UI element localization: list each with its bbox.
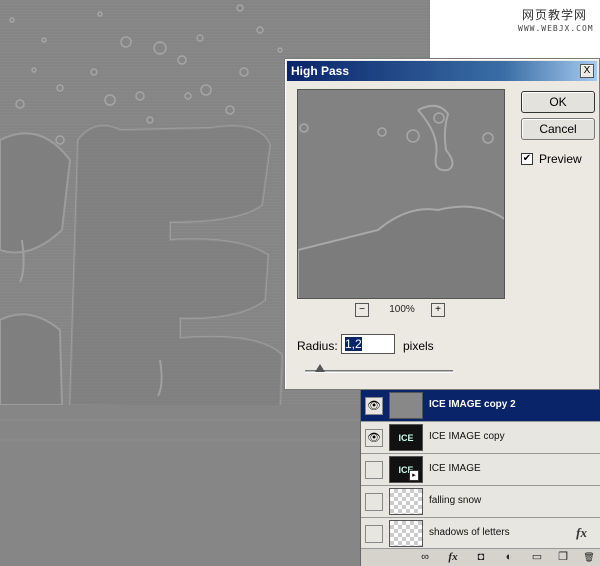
layer-row[interactable]: ICE ▸ ICE IMAGE xyxy=(361,454,600,486)
new-layer-icon[interactable]: ❐ xyxy=(555,550,571,565)
close-button[interactable]: X xyxy=(580,64,594,78)
layer-row[interactable]: falling snow xyxy=(361,486,600,518)
radius-label: Radius: xyxy=(297,339,338,353)
radius-slider-thumb[interactable] xyxy=(315,364,325,372)
zoom-in-button[interactable]: + xyxy=(431,303,445,317)
layer-name: shadows of letters xyxy=(429,527,510,538)
layer-effects-icon[interactable]: fx xyxy=(576,525,587,541)
preview-label: Preview xyxy=(539,152,582,166)
layer-name: ICE IMAGE xyxy=(429,463,481,474)
link-layers-icon[interactable]: ∞ xyxy=(417,550,433,565)
dialog-title: High Pass xyxy=(291,64,350,78)
preview-checkbox[interactable]: ✔ xyxy=(521,153,533,165)
high-pass-dialog: High Pass X − 100% + OK Cancel ✔ Preview… xyxy=(284,58,600,390)
layer-name: ICE IMAGE copy 2 xyxy=(429,399,516,410)
visibility-toggle[interactable] xyxy=(365,461,383,479)
filter-preview[interactable] xyxy=(297,89,505,299)
zoom-controls: − 100% + xyxy=(355,303,445,319)
zoom-level: 100% xyxy=(389,304,415,315)
visibility-eye-icon[interactable]: 👁 xyxy=(365,429,383,447)
radius-value: 1,2 xyxy=(345,337,362,351)
watermark-title: 网页教学网 xyxy=(522,8,588,22)
add-style-icon[interactable]: fx xyxy=(445,550,461,565)
layer-thumbnail xyxy=(389,520,423,547)
adjustment-layer-icon[interactable]: ◐ xyxy=(501,550,517,565)
smart-object-icon: ▸ xyxy=(409,470,419,481)
visibility-eye-icon[interactable]: 👁 xyxy=(365,397,383,415)
dialog-titlebar[interactable]: High Pass X xyxy=(287,61,597,81)
add-mask-icon[interactable]: ◘ xyxy=(473,550,489,565)
preview-image xyxy=(298,90,504,298)
layer-row[interactable]: 👁 ICE ICE IMAGE copy xyxy=(361,422,600,454)
layers-panel: 👁 ICE IMAGE copy 2 👁 ICE ICE IMAGE copy … xyxy=(360,390,600,566)
visibility-toggle[interactable] xyxy=(365,525,383,543)
visibility-toggle[interactable] xyxy=(365,493,383,511)
layer-thumbnail: ICE xyxy=(389,424,423,451)
watermark-url: WWW.WEBJX.COM xyxy=(518,24,594,33)
layer-name: ICE IMAGE copy xyxy=(429,431,505,442)
layer-thumbnail xyxy=(389,488,423,515)
radius-slider-track[interactable] xyxy=(305,370,453,373)
layer-thumbnail xyxy=(389,392,423,419)
ok-button[interactable]: OK xyxy=(521,91,595,113)
radius-input[interactable]: 1,2 xyxy=(341,334,395,354)
radius-unit: pixels xyxy=(403,339,434,353)
new-group-icon[interactable]: ▭ xyxy=(529,550,545,565)
layer-row[interactable]: shadows of letters fx xyxy=(361,518,600,550)
layer-name: falling snow xyxy=(429,495,482,506)
zoom-out-button[interactable]: − xyxy=(355,303,369,317)
layers-toolbar: ∞ fx ◘ ◐ ▭ ❐ 🗑 xyxy=(361,548,600,566)
layer-row[interactable]: 👁 ICE IMAGE copy 2 xyxy=(361,390,600,422)
cancel-button[interactable]: Cancel xyxy=(521,118,595,140)
delete-layer-icon[interactable]: 🗑 xyxy=(581,550,597,565)
